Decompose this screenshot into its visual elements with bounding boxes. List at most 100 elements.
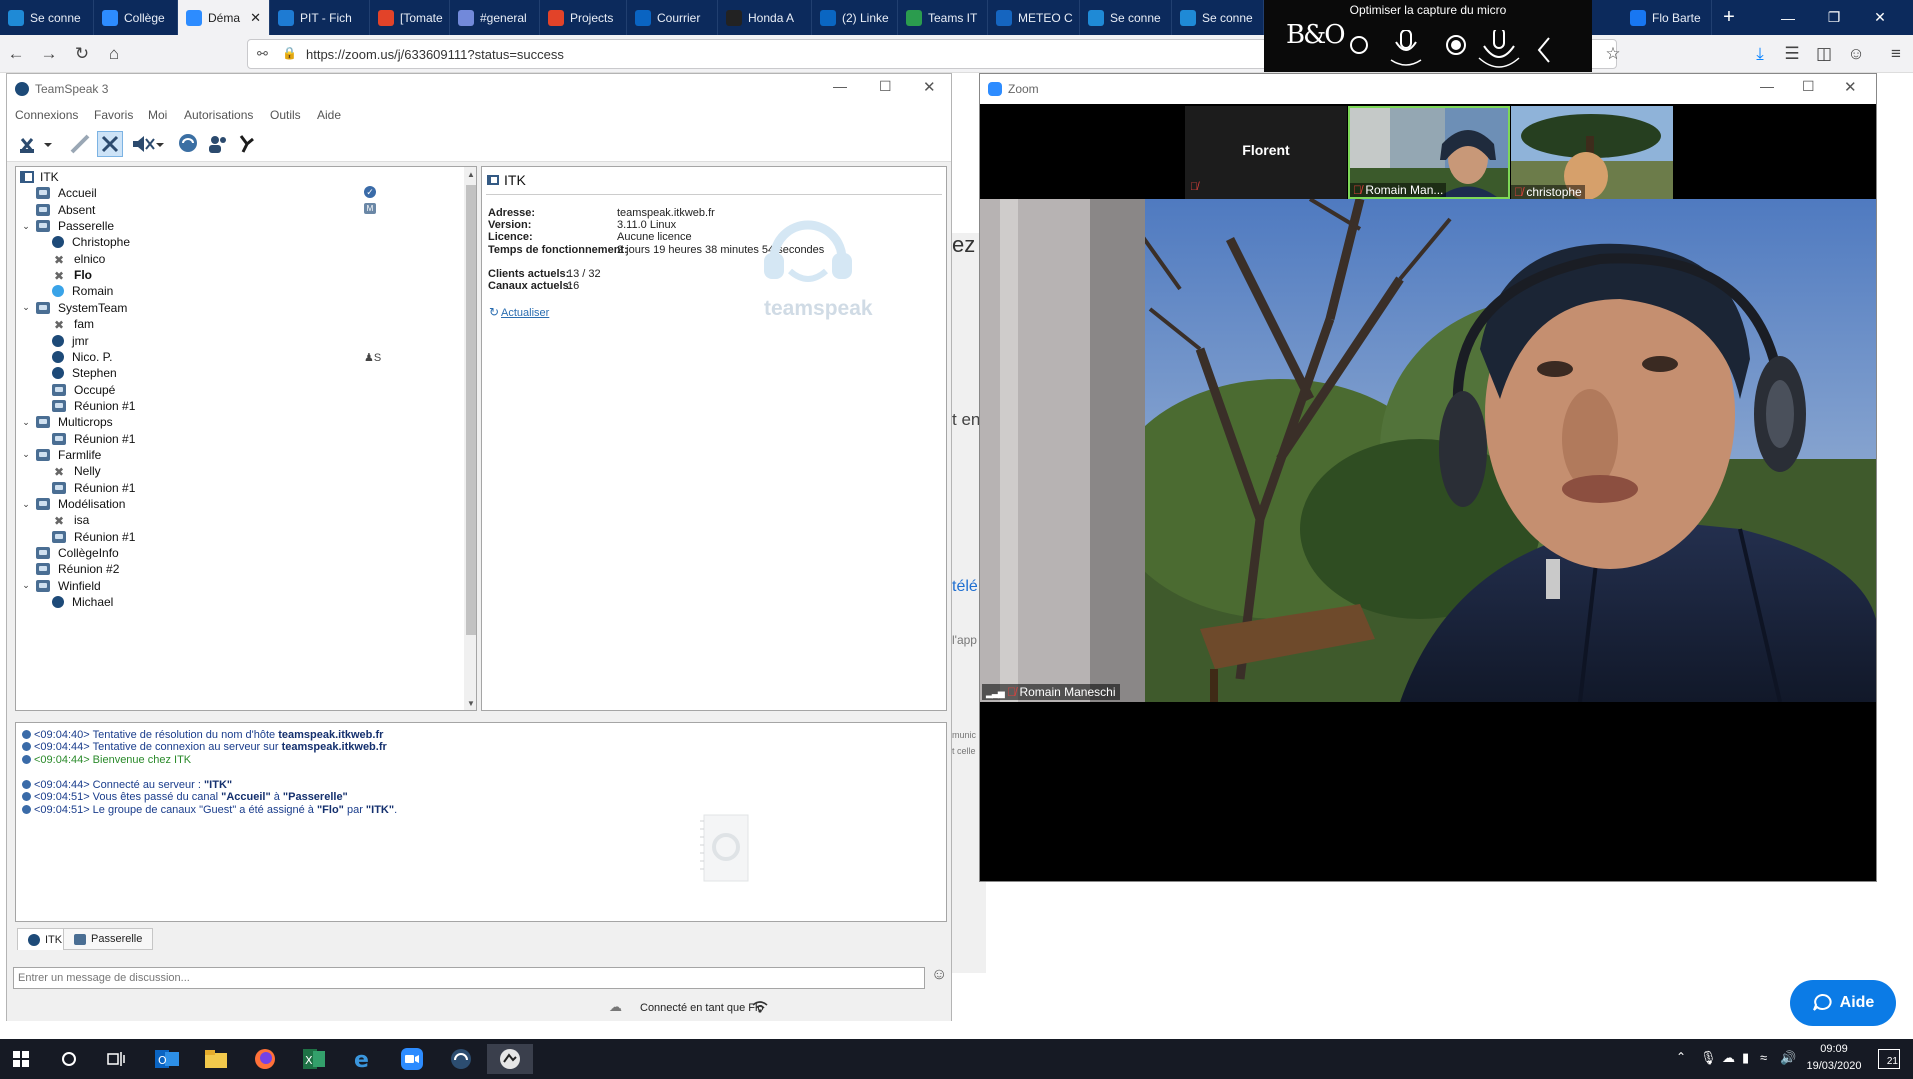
menu-favoris[interactable]: Favoris bbox=[94, 108, 133, 122]
verified-icon: ✓ bbox=[364, 186, 376, 198]
browser-tab[interactable]: [Tomate bbox=[370, 0, 450, 35]
sidebar-icon[interactable]: ◫ bbox=[1812, 42, 1836, 66]
tree-user[interactable]: Michael bbox=[36, 592, 113, 612]
mute-mic-icon[interactable] bbox=[97, 131, 123, 157]
chevron-down-icon[interactable]: ⌄ bbox=[20, 417, 32, 428]
circle-off-icon[interactable] bbox=[1350, 36, 1368, 54]
browser-tab[interactable]: PIT - Fich bbox=[270, 0, 370, 35]
browser-tab[interactable]: Se conne bbox=[0, 0, 94, 35]
zoom-maximize-button[interactable]: ☐ bbox=[1802, 78, 1815, 95]
menu-moi[interactable]: Moi bbox=[148, 108, 167, 122]
browser-tab[interactable]: Se conne bbox=[1172, 0, 1264, 35]
mute-speakers-icon[interactable] bbox=[129, 131, 165, 157]
task-view-icon[interactable] bbox=[97, 1044, 135, 1074]
tab-passerelle[interactable]: Passerelle bbox=[63, 928, 154, 950]
menu-aide[interactable]: Aide bbox=[317, 108, 341, 122]
zoom-app-icon[interactable] bbox=[393, 1044, 431, 1074]
participant-tile-florent[interactable]: Florent 🎙̸ bbox=[1185, 106, 1347, 199]
browser-tab[interactable]: Collège bbox=[94, 0, 178, 35]
browser-tab[interactable]: Honda A bbox=[718, 0, 812, 35]
refresh-link[interactable]: Actualiser bbox=[501, 307, 549, 319]
new-tab-button[interactable]: + bbox=[1712, 0, 1746, 35]
file-explorer-icon[interactable] bbox=[197, 1044, 235, 1074]
browser-tab[interactable]: Projects bbox=[540, 0, 627, 35]
edge-icon[interactable]: e bbox=[344, 1044, 382, 1074]
chevron-down-icon[interactable]: ⌄ bbox=[20, 580, 32, 591]
microphone-icon[interactable] bbox=[1390, 30, 1422, 66]
forward-button[interactable]: → bbox=[37, 42, 61, 66]
scroll-up-icon[interactable]: ▲ bbox=[467, 170, 475, 179]
emoji-icon[interactable]: ☺ bbox=[931, 966, 947, 984]
downloads-icon[interactable]: ⤓ bbox=[1748, 42, 1772, 66]
chevron-down-icon[interactable]: ⌄ bbox=[20, 449, 32, 460]
participant-tile-christophe[interactable]: 🎙̸ christophe bbox=[1511, 106, 1673, 199]
library-icon[interactable]: ☰ bbox=[1780, 42, 1804, 66]
help-button[interactable]: Aide bbox=[1790, 980, 1896, 1026]
taskbar-date[interactable]: 19/03/2020 bbox=[1798, 1060, 1870, 1072]
windows-start-icon[interactable] bbox=[2, 1044, 40, 1074]
connect-icon[interactable] bbox=[17, 131, 53, 157]
tray-chevron-up-icon[interactable]: ⌃ bbox=[1676, 1050, 1686, 1064]
ts-minimize-button[interactable]: — bbox=[833, 78, 847, 94]
whisper-icon[interactable] bbox=[233, 131, 259, 157]
notification-center-icon[interactable]: 21 bbox=[1878, 1049, 1900, 1069]
browser-minimize-button[interactable]: — bbox=[1765, 0, 1811, 35]
browser-tab[interactable]: Teams IT bbox=[898, 0, 988, 35]
search-icon[interactable] bbox=[50, 1044, 88, 1074]
tree-scrollbar[interactable]: ▲ ▼ bbox=[464, 167, 476, 710]
home-button[interactable]: ⌂ bbox=[102, 42, 126, 66]
chevron-down-icon[interactable]: ⌄ bbox=[20, 221, 32, 232]
zoom-minimize-button[interactable]: — bbox=[1760, 78, 1774, 94]
away-icon[interactable] bbox=[175, 131, 201, 157]
active-speaker-video[interactable]: ▂▃▅ 🎙̸ Romain Maneschi bbox=[980, 199, 1876, 702]
bookmark-star-icon[interactable]: ☆ bbox=[1601, 42, 1625, 66]
record-icon[interactable] bbox=[1446, 35, 1466, 55]
outlook-icon[interactable]: O bbox=[148, 1044, 186, 1074]
contacts-icon[interactable] bbox=[205, 131, 231, 157]
chat-input[interactable]: Entrer un message de discussion... bbox=[13, 967, 925, 989]
reload-button[interactable]: ↻ bbox=[70, 42, 94, 66]
firefox-icon[interactable] bbox=[246, 1044, 284, 1074]
tab-close-icon[interactable]: ✕ bbox=[242, 10, 261, 26]
zoom-close-button[interactable]: ✕ bbox=[1844, 78, 1857, 96]
tree-scroll-thumb[interactable] bbox=[466, 185, 476, 635]
browser-tab[interactable]: Déma ✕ bbox=[178, 0, 270, 35]
tree-label: Nico. P. bbox=[72, 349, 113, 364]
excel-icon[interactable]: X bbox=[295, 1044, 333, 1074]
taskbar-time[interactable]: 09:09 bbox=[1798, 1043, 1870, 1055]
chevron-left-icon[interactable] bbox=[1537, 37, 1550, 63]
participant-tile-romain[interactable]: 🎙̸ Romain Man... bbox=[1348, 106, 1510, 199]
browser-tab[interactable]: Flo Barte bbox=[1622, 0, 1712, 35]
refresh-icon[interactable]: ↻ bbox=[489, 305, 499, 319]
menu-autorisations[interactable]: Autorisations bbox=[184, 108, 253, 122]
tray-wifi-icon[interactable]: ≈ bbox=[1760, 1050, 1767, 1065]
chevron-down-icon[interactable]: ⌄ bbox=[20, 302, 32, 313]
browser-restore-button[interactable]: ❐ bbox=[1811, 0, 1857, 35]
scroll-down-icon[interactable]: ▼ bbox=[467, 699, 475, 708]
browser-close-button[interactable]: ✕ bbox=[1857, 0, 1903, 35]
mic-broadcast-icon[interactable] bbox=[1478, 30, 1520, 68]
teamspeak-app-icon[interactable] bbox=[442, 1044, 480, 1074]
browser-tab[interactable]: #general bbox=[450, 0, 540, 35]
menu-outils[interactable]: Outils bbox=[270, 108, 301, 122]
tray-microphone-icon[interactable]: 🎙 bbox=[1700, 1050, 1717, 1066]
browser-tab[interactable]: (2) Linke bbox=[812, 0, 898, 35]
tray-battery-icon[interactable]: ▮ bbox=[1742, 1050, 1749, 1066]
bo-app-icon[interactable] bbox=[487, 1044, 533, 1074]
bg-fragment-3[interactable]: télé bbox=[952, 578, 978, 596]
log-time: <09:04:51> bbox=[34, 791, 90, 803]
back-button[interactable]: ← bbox=[4, 42, 28, 66]
browser-tab[interactable]: Se conne bbox=[1080, 0, 1172, 35]
ts-maximize-button[interactable]: ☐ bbox=[879, 78, 892, 95]
menu-connexions[interactable]: Connexions bbox=[15, 108, 78, 122]
chat-log: <09:04:40> Tentative de résolution du nom… bbox=[15, 722, 947, 922]
chevron-down-icon[interactable]: ⌄ bbox=[20, 499, 32, 510]
ts-close-button[interactable]: ✕ bbox=[923, 78, 936, 96]
disconnect-icon[interactable] bbox=[67, 131, 93, 157]
browser-tab[interactable]: METEO C bbox=[988, 0, 1080, 35]
tray-volume-icon[interactable]: 🔊 bbox=[1780, 1050, 1796, 1066]
menu-icon[interactable]: ≡ bbox=[1884, 42, 1908, 66]
browser-tab[interactable]: Courrier bbox=[627, 0, 718, 35]
tray-cloud-icon[interactable]: ☁ bbox=[1722, 1050, 1735, 1066]
account-icon[interactable]: ☺ bbox=[1844, 42, 1868, 66]
